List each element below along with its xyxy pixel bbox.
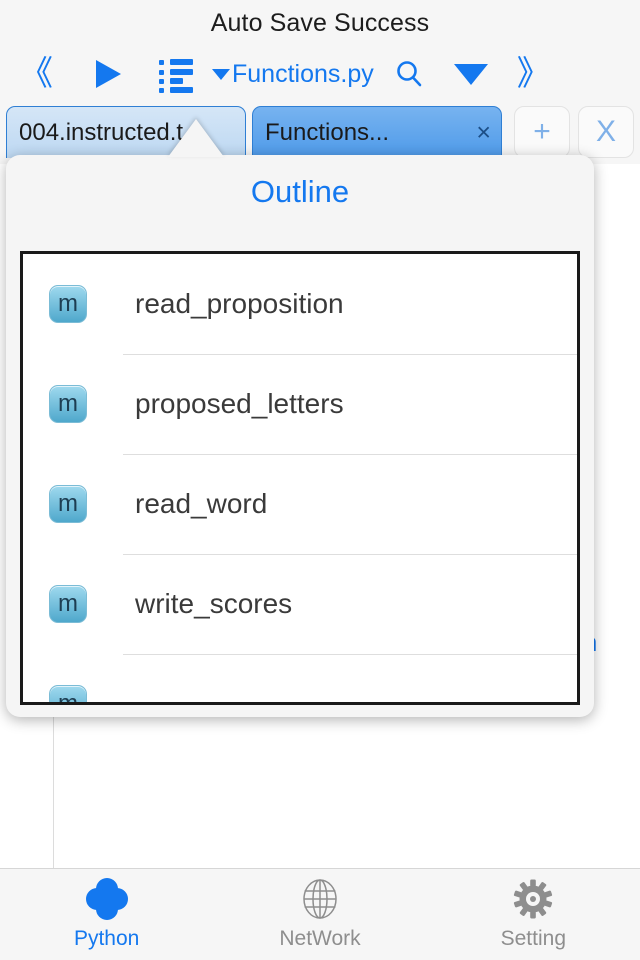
outline-item[interactable]: m read_word	[23, 454, 577, 554]
method-badge-icon: m	[49, 685, 87, 702]
outline-item-label: read_proposition	[135, 288, 344, 319]
previous-file-button[interactable]: 《	[0, 46, 72, 102]
tab-network-label: NetWork	[279, 927, 361, 950]
close-all-tabs-button[interactable]: X	[578, 106, 634, 158]
add-tab-button[interactable]: +	[514, 106, 570, 158]
outline-item[interactable]: m	[23, 654, 577, 702]
editor-toolbar: 《 Functions.py 》	[0, 46, 640, 102]
more-dropdown-button[interactable]	[440, 46, 502, 102]
current-file-name: Functions.py	[232, 59, 374, 88]
python-clover-icon	[85, 878, 128, 920]
search-icon	[396, 61, 422, 87]
double-chevron-left-icon: 《	[19, 55, 53, 93]
tab-network[interactable]: NetWork	[213, 869, 426, 960]
method-badge-icon: m	[49, 485, 87, 523]
gear-icon	[512, 878, 554, 920]
outline-item[interactable]: m write_scores	[23, 554, 577, 654]
outline-item[interactable]: m read_proposition	[23, 254, 577, 354]
play-icon	[95, 60, 121, 88]
outline-popup: Outline m read_proposition m proposed_lette…	[6, 155, 594, 717]
tab-python[interactable]: Python	[0, 869, 213, 960]
bottom-tab-bar: Python NetWork Setting	[0, 868, 640, 960]
auto-save-status-text: Auto Save Success	[210, 8, 430, 37]
search-button[interactable]	[378, 46, 440, 102]
method-badge-icon: m	[49, 385, 87, 423]
globe-icon	[299, 878, 341, 920]
outline-item-label: read_word	[135, 488, 268, 519]
popup-pointer-arrow	[168, 119, 224, 157]
method-badge-icon: m	[49, 285, 87, 323]
run-button[interactable]	[72, 46, 144, 102]
file-tab-label: Functions...	[265, 118, 390, 146]
next-file-button[interactable]: 》	[502, 46, 566, 102]
app-root: Auto Save Success 《 Functions.py 》 004.i…	[0, 0, 640, 960]
outline-list-icon	[159, 57, 193, 93]
outline-item[interactable]: m proposed_letters	[23, 354, 577, 454]
method-badge-icon: m	[49, 585, 87, 623]
outline-item-label: proposed_letters	[135, 388, 344, 419]
outline-toggle-button[interactable]	[144, 46, 208, 102]
double-chevron-right-icon: 》	[516, 55, 551, 93]
tab-python-label: Python	[73, 927, 140, 950]
triangle-down-icon	[453, 63, 488, 85]
triangle-down-icon	[212, 68, 230, 80]
outline-item-label: write_scores	[135, 588, 293, 619]
tab-setting-label: Setting	[500, 927, 567, 950]
outline-list[interactable]: m read_proposition m proposed_letters m read_…	[20, 251, 580, 705]
close-icon[interactable]: ×	[476, 118, 491, 147]
tab-setting[interactable]: Setting	[427, 869, 640, 960]
popup-title: Outline	[250, 174, 350, 209]
status-bar: Auto Save Success	[0, 0, 640, 46]
file-selector-button[interactable]: Functions.py	[208, 46, 378, 102]
file-tab-active[interactable]: Functions... ×	[252, 106, 502, 158]
